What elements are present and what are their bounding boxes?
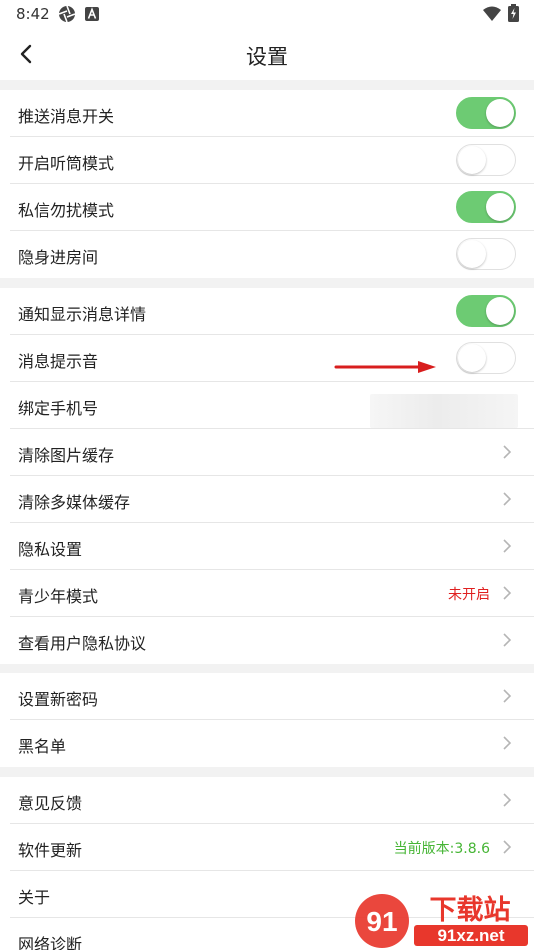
annotation-arrow-icon [334, 361, 436, 373]
notification-details-toggle[interactable] [456, 295, 516, 327]
settings-row-privacy-settings[interactable]: 隐私设置 [10, 523, 534, 570]
settings-row-message-sound: 消息提示音 [10, 335, 534, 382]
chevron-right-icon [503, 736, 512, 750]
settings-row-teen-mode[interactable]: 青少年模式 未开启 [10, 570, 534, 617]
settings-row-push-notifications: 推送消息开关 [10, 90, 534, 137]
toggle-knob [486, 99, 514, 127]
toggle-knob [486, 193, 514, 221]
toggle-knob [458, 344, 486, 372]
status-bar: 8:42 [0, 0, 534, 28]
chevron-right-icon [503, 539, 512, 553]
settings-row-clear-media-cache[interactable]: 清除多媒体缓存 [10, 476, 534, 523]
settings-row-feedback[interactable]: 意见反馈 [10, 777, 534, 824]
svg-text:下载站: 下载站 [430, 895, 511, 926]
chevron-right-icon [503, 689, 512, 703]
row-label: 隐私设置 [18, 540, 83, 559]
dm-dnd-toggle[interactable] [456, 191, 516, 223]
row-label: 清除多媒体缓存 [18, 493, 131, 512]
phone-number-redacted [370, 394, 518, 428]
row-label: 私信勿扰模式 [18, 201, 115, 220]
invisible-entry-toggle[interactable] [456, 238, 516, 270]
teen-mode-status: 未开启 [448, 587, 490, 603]
settings-group-1: 推送消息开关 开启听筒模式 私信勿扰模式 隐身进房间 [0, 90, 534, 278]
page-title: 设置 [246, 45, 288, 69]
settings-row-invisible-entry: 隐身进房间 [10, 231, 534, 278]
toggle-knob [486, 297, 514, 325]
settings-group-2: 通知显示消息详情 消息提示音 绑定手机号 清除图片缓存 清除多媒体缓存 隐私设置… [0, 288, 534, 664]
svg-text:91xz.net: 91xz.net [437, 926, 504, 945]
chevron-right-icon [503, 586, 512, 600]
settings-row-bind-phone[interactable]: 绑定手机号 [10, 382, 534, 429]
settings-row-dm-dnd: 私信勿扰模式 [10, 184, 534, 231]
row-label: 开启听筒模式 [18, 154, 115, 173]
app-bar: 设置 [0, 28, 534, 80]
row-label: 意见反馈 [18, 794, 83, 813]
chevron-right-icon [503, 445, 512, 459]
aperture-icon [58, 5, 76, 23]
push-notifications-toggle[interactable] [456, 97, 516, 129]
settings-row-new-password[interactable]: 设置新密码 [10, 673, 534, 720]
row-label: 绑定手机号 [18, 399, 99, 418]
row-label: 网络诊断 [18, 935, 83, 950]
notification-a-icon [85, 7, 99, 21]
chevron-right-icon [503, 840, 512, 854]
chevron-right-icon [503, 793, 512, 807]
row-label: 青少年模式 [18, 587, 99, 606]
watermark-logo: 91 下载站 91xz.net [355, 894, 528, 948]
toggle-knob [458, 240, 486, 268]
chevron-right-icon [503, 633, 512, 647]
row-label: 设置新密码 [18, 690, 99, 709]
message-sound-toggle[interactable] [456, 342, 516, 374]
toggle-knob [458, 146, 486, 174]
status-time: 8:42 [16, 5, 50, 23]
settings-group-3: 设置新密码 黑名单 [0, 673, 534, 767]
row-label: 清除图片缓存 [18, 446, 115, 465]
row-label: 隐身进房间 [18, 248, 99, 267]
settings-row-earpiece-mode: 开启听筒模式 [10, 137, 534, 184]
wifi-icon [483, 6, 501, 21]
row-label: 通知显示消息详情 [18, 305, 147, 324]
row-label: 黑名单 [18, 737, 67, 756]
row-label: 关于 [18, 888, 51, 907]
settings-row-notification-details: 通知显示消息详情 [10, 288, 534, 335]
settings-row-blacklist[interactable]: 黑名单 [10, 720, 534, 767]
settings-row-privacy-agreement[interactable]: 查看用户隐私协议 [10, 617, 534, 664]
version-label: 当前版本:3.8.6 [393, 841, 490, 857]
row-label: 推送消息开关 [18, 107, 115, 126]
row-label: 消息提示音 [18, 352, 99, 371]
chevron-right-icon [503, 492, 512, 506]
row-label: 软件更新 [18, 841, 83, 860]
earpiece-mode-toggle[interactable] [456, 144, 516, 176]
svg-text:91: 91 [366, 906, 397, 937]
battery-charging-icon [508, 4, 519, 22]
row-label: 查看用户隐私协议 [18, 634, 147, 653]
settings-row-software-update[interactable]: 软件更新 当前版本:3.8.6 [10, 824, 534, 871]
settings-row-clear-image-cache[interactable]: 清除图片缓存 [10, 429, 534, 476]
